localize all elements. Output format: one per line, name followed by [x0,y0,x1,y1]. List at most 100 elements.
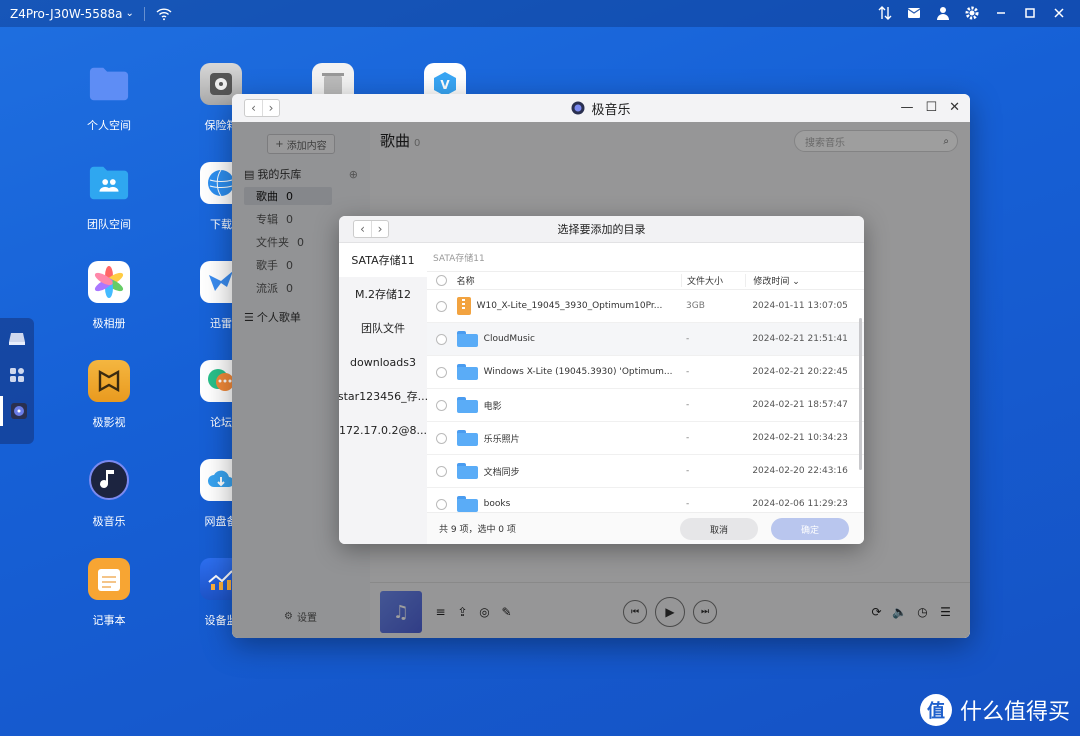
dialog-titlebar: ‹ › 选择要添加的目录 [339,216,864,243]
folder-icon [456,397,478,413]
selection-status: 共 9 项，选中 0 项 [439,525,516,535]
file-name: 乐乐照片 [483,434,520,445]
row-checkbox[interactable] [436,399,448,411]
location-item[interactable]: M.2存储12 [339,277,427,311]
divider [143,6,145,21]
desktop-icon-label: 极影视 [92,416,126,429]
cancel-button[interactable]: 取消 [680,518,758,540]
apps-grid-icon[interactable] [0,360,34,390]
maximize-icon[interactable] [1021,4,1039,22]
drive-icon[interactable] [0,324,34,354]
folder-icon [456,364,478,380]
location-item[interactable]: 团队文件 [339,311,427,345]
table-header: 名称 文件大小 修改时间 ⌄ [427,272,864,290]
watermark-logo: 值 [919,694,952,726]
wifi-icon[interactable] [155,5,173,23]
select-directory-dialog: ‹ › 选择要添加的目录 SATA存储11 M.2存储12 团队文件 downl… [339,216,864,544]
location-item[interactable]: star123456_存... [339,379,427,413]
scrollbar[interactable] [859,318,862,470]
music-app-icon [571,101,585,115]
confirm-button[interactable]: 确定 [771,518,849,540]
file-date: 2024-02-20 22:43:16 [752,466,848,476]
watermark: 值 什么值得买 [919,694,1070,726]
music-app-dock-icon[interactable] [0,396,34,426]
location-item[interactable]: downloads3 [339,345,427,379]
file-size: - [686,367,690,377]
desktop-icon-personal-space[interactable]: 个人空间 [54,63,164,133]
minimize-icon[interactable]: — [900,100,913,115]
close-icon[interactable]: ✕ [949,100,960,115]
desktop-icon-team-space[interactable]: 团队空间 [54,162,164,232]
user-icon[interactable] [934,4,952,22]
desktop-icon-label: 极相册 [92,317,126,330]
video-icon [88,360,130,402]
file-list-panel: SATA存储11 名称 文件大小 修改时间 ⌄ W10_X-Lite_19045… [427,243,864,544]
dialog-nav-buttons: ‹ › [353,220,389,238]
row-checkbox[interactable] [436,465,448,477]
forward-arrow-icon[interactable]: › [371,221,388,237]
maximize-icon[interactable]: ☐ [925,100,937,115]
table-row[interactable]: Windows X-Lite (19045.3930) 'Optimum... -… [427,356,864,389]
file-size: - [686,334,690,344]
file-date: 2024-02-21 21:51:41 [752,334,848,344]
desktop-icon-notepad[interactable]: 记事本 [54,558,164,628]
location-item[interactable]: SATA存储11 [339,243,427,277]
row-checkbox[interactable] [436,498,448,510]
location-item[interactable]: 172.17.0.2@8... [339,413,427,447]
file-rows: W10_X-Lite_19045_3930_Optimum10Pr... 3GB 2… [427,290,864,521]
file-date: 2024-02-21 20:22:45 [752,367,848,377]
column-size[interactable]: 文件大小 [681,274,745,287]
desktop-icon-label: 团队空间 [87,218,131,231]
back-arrow-icon[interactable]: ‹ [245,100,262,116]
column-name[interactable]: 名称 [457,274,681,287]
folder-icon [456,496,478,512]
folder-icon [88,63,130,105]
location-list: SATA存储11 M.2存储12 团队文件 downloads3 star123… [339,243,427,544]
forward-arrow-icon[interactable]: › [262,100,279,116]
desktop-icon-video[interactable]: 极影视 [54,360,164,430]
row-checkbox[interactable] [436,300,448,312]
folder-icon [456,430,478,446]
zip-file-icon [456,297,471,315]
select-all-checkbox[interactable] [436,275,448,286]
column-date[interactable]: 修改时间 ⌄ [745,274,864,287]
file-name: books [483,499,511,509]
file-name: 文档同步 [483,467,520,478]
column-date-label: 修改时间 [753,277,790,287]
desktop-icon-label: 记事本 [92,614,126,627]
file-name: W10_X-Lite_19045_3930_Optimum10Pr... [476,301,663,311]
file-name: CloudMusic [483,334,535,344]
desktop-icon-label: 个人空间 [87,119,131,132]
file-name: Windows X-Lite (19045.3930) 'Optimum... [483,367,673,377]
desktop-icon-music[interactable]: 极音乐 [54,459,164,529]
table-row[interactable]: 乐乐照片 - 2024-02-21 10:34:23 [427,422,864,455]
sort-chevron-icon: ⌄ [792,277,800,287]
back-arrow-icon[interactable]: ‹ [354,221,371,237]
window-titlebar: ‹ › 极音乐 — ☐ ✕ [232,94,970,122]
desktop-icon-photos[interactable]: 极相册 [54,261,164,331]
close-icon[interactable] [1050,4,1068,22]
desktop-icon-label: 极音乐 [92,515,126,528]
table-row[interactable]: W10_X-Lite_19045_3930_Optimum10Pr... 3GB 2… [427,290,864,323]
transfer-icon[interactable] [876,4,894,22]
dialog-footer: 共 9 项，选中 0 项 取消 确定 [427,512,864,544]
top-bar: Z4Pro-J30W-5588a ⌄ [0,0,1080,27]
row-checkbox[interactable] [436,333,448,345]
side-dock [0,318,34,444]
message-icon[interactable] [905,4,923,22]
table-row[interactable]: CloudMusic - 2024-02-21 21:51:41 [427,323,864,356]
gear-icon[interactable] [963,4,981,22]
nav-buttons: ‹ › [244,99,280,117]
table-row[interactable]: 电影 - 2024-02-21 18:57:47 [427,389,864,422]
file-size: - [686,466,690,476]
row-checkbox[interactable] [436,366,448,378]
file-name: 电影 [483,401,502,412]
table-row[interactable]: 文档同步 - 2024-02-20 22:43:16 [427,455,864,488]
watermark-text: 什么值得买 [959,700,1070,725]
minimize-icon[interactable] [992,4,1010,22]
device-selector[interactable]: Z4Pro-J30W-5588a ⌄ [10,7,134,21]
dialog-title: 选择要添加的目录 [557,223,646,236]
file-date: 2024-02-21 10:34:23 [752,433,848,443]
file-size: - [686,433,690,443]
row-checkbox[interactable] [436,432,448,444]
